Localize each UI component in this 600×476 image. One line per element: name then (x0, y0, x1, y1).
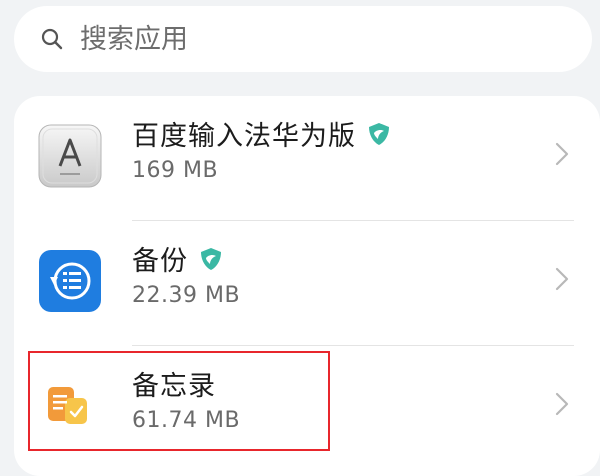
app-size: 22.39 MB (132, 283, 241, 308)
verified-badge-icon (198, 246, 224, 272)
notepad-icon (38, 374, 102, 438)
search-bar[interactable] (14, 6, 592, 72)
app-size: 61.74 MB (132, 408, 241, 433)
chevron-right-icon (554, 140, 570, 168)
app-size: 169 MB (132, 158, 219, 183)
backup-icon (38, 249, 102, 313)
app-row-baidu-input[interactable]: 百度输入法华为版 169 MB (14, 96, 600, 220)
verified-badge-icon (366, 121, 392, 147)
chevron-right-icon (554, 390, 570, 418)
chevron-right-icon (554, 265, 570, 293)
app-row-notepad[interactable]: 备忘录 61.74 MB (14, 346, 600, 470)
search-icon (38, 25, 66, 53)
app-name: 百度输入法华为版 (132, 121, 356, 152)
app-row-backup[interactable]: 备份 22.39 MB (14, 221, 600, 345)
app-name: 备份 (132, 246, 188, 277)
app-list: 百度输入法华为版 169 MB 备份 22.39 MB 备忘录 61.74 MB (14, 96, 600, 476)
keyboard-a-icon (38, 124, 102, 188)
app-name: 备忘录 (132, 371, 216, 402)
search-input[interactable] (80, 23, 560, 55)
